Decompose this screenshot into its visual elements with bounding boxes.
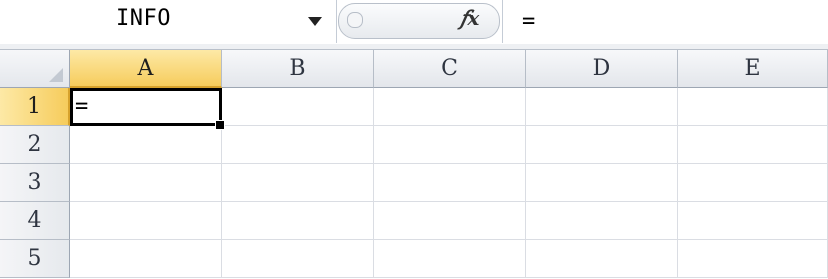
- cell-d5[interactable]: [526, 240, 678, 278]
- cell-c5[interactable]: [374, 240, 526, 278]
- cell-b1[interactable]: [222, 88, 374, 126]
- row-header-3[interactable]: 3: [0, 164, 70, 202]
- cell-e2[interactable]: [678, 126, 828, 164]
- column-header-a[interactable]: A: [70, 50, 222, 88]
- fill-handle[interactable]: [215, 120, 225, 130]
- cell-c1[interactable]: [374, 88, 526, 126]
- splitter-handle-icon[interactable]: [347, 12, 363, 28]
- cell-c4[interactable]: [374, 202, 526, 240]
- cell-a4[interactable]: [70, 202, 222, 240]
- row-header-2[interactable]: 2: [0, 126, 70, 164]
- formula-input[interactable]: [503, 0, 828, 43]
- row-header-1[interactable]: 1: [0, 88, 70, 126]
- cell-d4[interactable]: [526, 202, 678, 240]
- cell-b3[interactable]: [222, 164, 374, 202]
- chevron-down-icon[interactable]: [308, 17, 322, 26]
- spreadsheet-grid: A B C D E 1 2 3 4 5 =: [0, 50, 828, 279]
- cell-d3[interactable]: [526, 164, 678, 202]
- select-all-button[interactable]: [0, 50, 70, 88]
- name-box-value[interactable]: INFO: [116, 6, 171, 31]
- cell-e1[interactable]: [678, 88, 828, 126]
- cell-c3[interactable]: [374, 164, 526, 202]
- cell-e5[interactable]: [678, 240, 828, 278]
- insert-function-icon[interactable]: 𝑓x: [460, 6, 479, 30]
- cell-b4[interactable]: [222, 202, 374, 240]
- formula-bar: INFO 𝑓x: [0, 0, 828, 45]
- row-header-5[interactable]: 5: [0, 240, 70, 278]
- column-header-c[interactable]: C: [374, 50, 526, 88]
- row-header-4[interactable]: 4: [0, 202, 70, 240]
- column-header-d[interactable]: D: [526, 50, 678, 88]
- name-box[interactable]: INFO: [0, 0, 337, 43]
- cell-e3[interactable]: [678, 164, 828, 202]
- select-all-triangle-icon: [49, 68, 63, 82]
- cell-a5[interactable]: [70, 240, 222, 278]
- cell-a2[interactable]: [70, 126, 222, 164]
- cell-d2[interactable]: [526, 126, 678, 164]
- cell-c2[interactable]: [374, 126, 526, 164]
- cell-b2[interactable]: [222, 126, 374, 164]
- column-header-e[interactable]: E: [678, 50, 828, 88]
- cell-a3[interactable]: [70, 164, 222, 202]
- cell-b5[interactable]: [222, 240, 374, 278]
- cell-d1[interactable]: [526, 88, 678, 126]
- column-header-b[interactable]: B: [222, 50, 374, 88]
- cell-a1[interactable]: =: [70, 88, 222, 126]
- cell-e4[interactable]: [678, 202, 828, 240]
